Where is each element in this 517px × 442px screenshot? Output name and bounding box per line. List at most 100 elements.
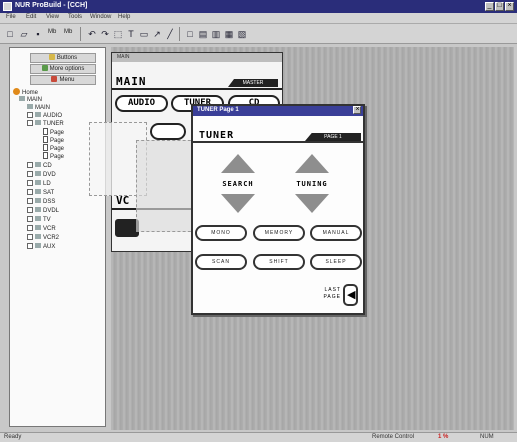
menu-tools[interactable]: Tools — [68, 14, 82, 20]
text-tool-icon[interactable]: T — [124, 27, 138, 41]
tree-item-label: DSS — [43, 199, 56, 205]
tree-header-more-options[interactable]: More options — [30, 64, 96, 74]
hidden-button[interactable] — [150, 123, 186, 140]
expand-box-icon — [27, 216, 33, 222]
maximize-button[interactable]: □ — [495, 2, 504, 11]
page-label: PAGE — [323, 294, 341, 300]
tree-item-label: TUNER — [43, 121, 64, 127]
rect-tool-icon[interactable]: ▭ — [137, 27, 151, 41]
menu-view[interactable]: View — [46, 14, 59, 20]
layer-icon[interactable]: ▦ — [222, 27, 236, 41]
tree-item-tuner[interactable]: TUNER — [27, 120, 64, 128]
expand-box-icon — [27, 243, 33, 249]
menu-edit[interactable]: Edit — [26, 14, 36, 20]
close-button[interactable]: × — [505, 2, 514, 11]
sleep-button[interactable]: SLEEP — [310, 254, 362, 270]
tree-item-dvdl[interactable]: DVDL — [27, 207, 59, 215]
tree-item-vcr2[interactable]: VCR2 — [27, 234, 59, 242]
toolbar-text-2[interactable]: Mb — [64, 29, 72, 35]
grid-icon[interactable]: ▤ — [196, 27, 210, 41]
folder-icon — [35, 234, 41, 239]
tuner-page-label: TUNER — [199, 130, 235, 141]
minimize-button[interactable]: _ — [485, 2, 494, 11]
expand-box-icon — [27, 171, 33, 177]
tuning-down-icon[interactable] — [295, 194, 329, 213]
last-page-label: LAST PAGE — [311, 287, 341, 301]
new-icon[interactable]: □ — [3, 27, 17, 41]
redo-icon[interactable]: ↷ — [98, 27, 112, 41]
pattern-icon[interactable]: ▧ — [235, 27, 249, 41]
remote-icon — [19, 96, 25, 101]
shift-button[interactable]: SHIFT — [253, 254, 305, 270]
tree-item-main-group[interactable]: MAIN — [19, 96, 42, 104]
tree-item-tv[interactable]: TV — [27, 216, 51, 224]
search-up-icon[interactable] — [221, 154, 255, 173]
back-button[interactable]: ◀ — [343, 284, 358, 306]
page-icon — [43, 136, 48, 143]
title-bar[interactable]: NUR ProBuild - [CCH] _ □ × — [0, 0, 517, 13]
tree-header-buttons[interactable]: Buttons — [30, 53, 96, 63]
expand-box-icon — [27, 234, 33, 240]
main-window-titlebar[interactable]: MAIN — [112, 53, 282, 62]
line-tool-icon[interactable]: ╱ — [163, 27, 177, 41]
toolbar-separator — [179, 27, 180, 41]
arrow-tool-icon[interactable]: ↗ — [150, 27, 164, 41]
folder-icon — [35, 216, 41, 221]
tree-item-label: SAT — [43, 190, 55, 196]
tree-item-label: MAIN — [35, 105, 50, 111]
tree-item-vcr[interactable]: VCR — [27, 225, 56, 233]
expand-box-icon — [27, 207, 33, 213]
tree-item-main[interactable]: MAIN — [27, 104, 50, 112]
scan-button[interactable]: SCAN — [195, 254, 247, 270]
frame-icon[interactable]: □ — [183, 27, 197, 41]
select-icon[interactable]: ⬚ — [111, 27, 125, 41]
expand-box-icon — [27, 120, 33, 126]
menu-help[interactable]: Help — [118, 14, 130, 20]
tree-header-label: Buttons — [56, 55, 78, 61]
tree-item-ld[interactable]: LD — [27, 180, 51, 188]
tuner-close-button[interactable]: × — [353, 106, 361, 114]
folder-icon — [35, 225, 41, 230]
menu-file[interactable]: File — [6, 14, 16, 20]
expand-box-icon — [27, 180, 33, 186]
tree-pane[interactable]: Buttons More options Menu Home MAIN MAIN… — [9, 47, 106, 427]
menu-window[interactable]: Window — [90, 14, 111, 20]
last-label: LAST — [324, 287, 341, 293]
manual-button[interactable]: MANUAL — [310, 225, 362, 241]
undo-icon[interactable]: ↶ — [85, 27, 99, 41]
main-divider — [112, 88, 282, 90]
app-icon — [3, 2, 12, 11]
page-tag: PAGE 1 — [305, 133, 361, 141]
toolbar-text-1[interactable]: Mb — [48, 29, 56, 35]
tree-item-page[interactable]: Page — [43, 152, 64, 161]
close-icon: × — [507, 2, 512, 9]
app-window: NUR ProBuild - [CCH] _ □ × File Edit View … — [0, 0, 517, 442]
status-remote: Remote Control — [372, 434, 415, 440]
open-icon[interactable]: ▱ — [17, 27, 31, 41]
save-icon[interactable]: ▪ — [31, 27, 45, 41]
tree-item-sat[interactable]: SAT — [27, 189, 54, 197]
tree-item-label: TV — [43, 217, 51, 223]
tree-item-cd[interactable]: CD — [27, 162, 52, 170]
layout-icon[interactable]: ▥ — [209, 27, 223, 41]
maximize-icon: □ — [497, 2, 502, 9]
tree-header-menu[interactable]: Menu — [30, 75, 96, 85]
folder-icon — [35, 180, 41, 185]
mono-button[interactable]: MONO — [195, 225, 247, 241]
expand-box-icon — [27, 162, 33, 168]
tree-item-label: MAIN — [27, 97, 42, 103]
tuning-up-icon[interactable] — [295, 154, 329, 173]
search-down-icon[interactable] — [221, 194, 255, 213]
tree-item-aux[interactable]: AUX — [27, 243, 55, 251]
page-icon — [43, 152, 48, 159]
tree-item-dss[interactable]: DSS — [27, 198, 55, 206]
tuner-window[interactable]: TUNER Page 1 × TUNER PAGE 1 SEARCH TUNIN… — [191, 104, 365, 315]
close-icon: × — [355, 106, 360, 113]
tuner-window-titlebar[interactable]: TUNER Page 1 × — [193, 106, 363, 116]
window-controls: _ □ × — [484, 2, 514, 11]
audio-button[interactable]: AUDIO — [115, 95, 168, 112]
tree-item-dvd[interactable]: DVD — [27, 171, 56, 179]
memory-button[interactable]: MEMORY — [253, 225, 305, 241]
tree-item-audio[interactable]: AUDIO — [27, 112, 62, 120]
tree-item-label: AUX — [43, 244, 56, 250]
